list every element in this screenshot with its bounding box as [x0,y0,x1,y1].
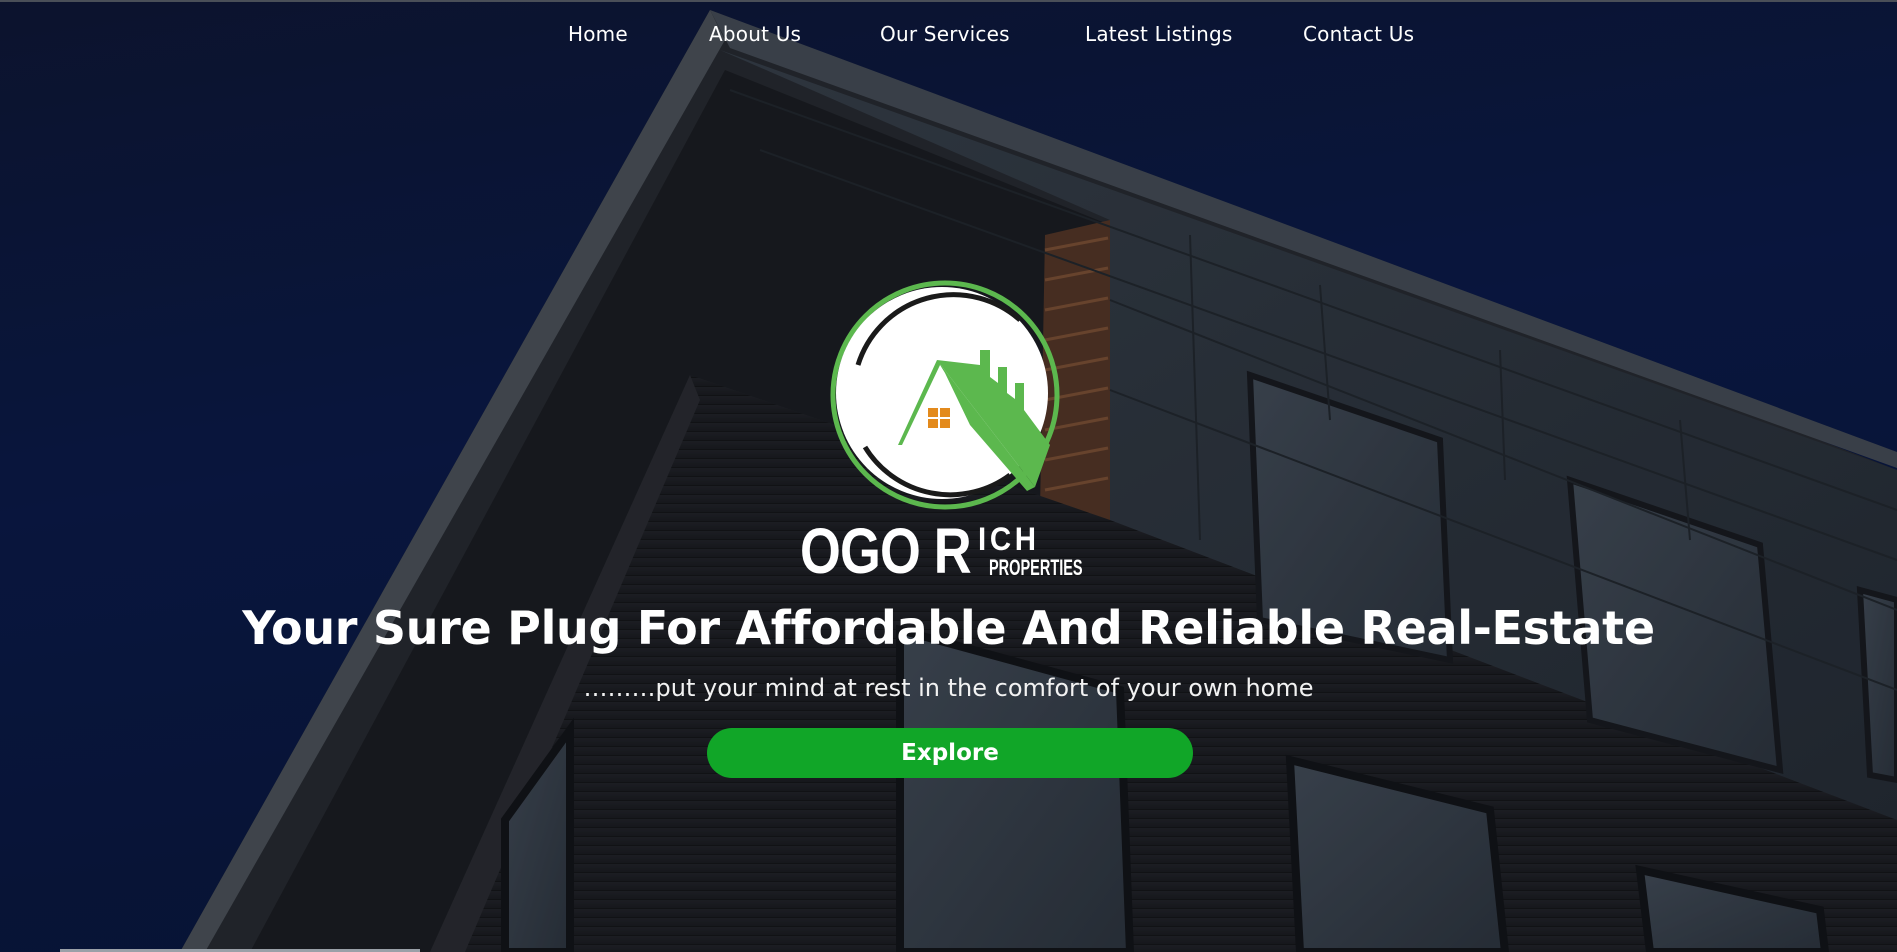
logo-word-ich: ICH [978,521,1040,557]
logo-word-ogo-r: OGO R [800,515,972,587]
nav-link-home[interactable]: Home [568,22,628,46]
logo-word-properties: PROPERTIES [989,555,1083,580]
nav-link-contact-us[interactable]: Contact Us [1303,22,1414,46]
house-roof-icon [830,280,1060,510]
explore-button[interactable]: Explore [707,728,1193,778]
nav-link-about-us[interactable]: About Us [709,22,801,46]
nav-link-latest-listings[interactable]: Latest Listings [1085,22,1232,46]
hero-tagline: ………put your mind at rest in the comfort … [583,674,1314,702]
hero-headline: Your Sure Plug For Affordable And Reliab… [242,601,1655,655]
main-navigation: Home About Us Our Services Latest Listin… [0,0,1897,74]
brand-logo-wordmark: OGO R ICH PROPERTIES [800,515,1100,585]
nav-link-our-services[interactable]: Our Services [880,22,1010,46]
